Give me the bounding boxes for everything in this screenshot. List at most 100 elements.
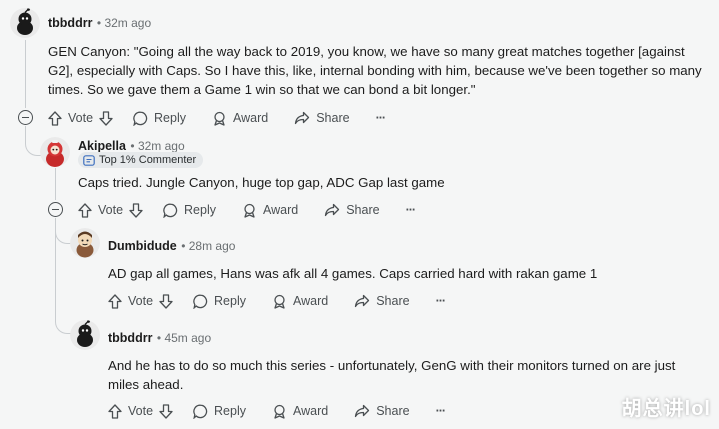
share-button[interactable]: Share <box>354 294 410 308</box>
share-icon <box>325 203 340 217</box>
collapse-thread-button[interactable] <box>18 110 33 125</box>
comment-actions: Vote Reply Award Share ··· <box>108 400 446 422</box>
share-label: Share <box>376 404 410 418</box>
comment-actions: Vote Reply Award Share ··· <box>78 199 416 221</box>
upvote-icon[interactable] <box>108 403 122 419</box>
avatar[interactable] <box>70 228 100 258</box>
speech-bubble-icon <box>163 203 178 218</box>
more-options-icon: ··· <box>405 203 416 217</box>
award-icon <box>274 294 285 309</box>
more-options-button[interactable]: ··· <box>436 404 446 418</box>
comment-line: G2], especially with Caps. So I have thi… <box>48 63 702 78</box>
comment-actions: Vote Reply Award Share ··· <box>108 290 446 312</box>
comment-line: times. So we gave them a Game 1 win so t… <box>48 82 476 97</box>
comment-body: AD gap all games, Hans was afk all 4 gam… <box>108 264 597 283</box>
thread-line-main <box>25 40 26 108</box>
thread-line-level2 <box>55 168 56 200</box>
more-options-icon: ··· <box>435 294 446 308</box>
award-button[interactable]: Award <box>212 111 268 126</box>
watermark: 胡总讲lol <box>621 398 711 420</box>
vote-label: Vote <box>68 111 94 125</box>
share-label: Share <box>346 203 380 217</box>
downvote-icon[interactable] <box>159 403 173 419</box>
comment-line: GEN Canyon: "Going all the way back to 2… <box>48 44 685 59</box>
author-name[interactable]: tbbddrr <box>108 331 152 345</box>
award-label: Award <box>293 294 329 308</box>
comment-line: Caps tried. Jungle Canyon, huge top gap,… <box>78 175 445 190</box>
downvote-icon[interactable] <box>159 293 173 309</box>
vote-label: Vote <box>128 404 154 418</box>
thread-line-main-lower <box>25 126 26 136</box>
share-label: Share <box>376 294 410 308</box>
award-button[interactable]: Award <box>272 404 328 419</box>
speech-bubble-icon <box>193 404 208 419</box>
vote-label: Vote <box>98 203 124 217</box>
vote-group: Vote <box>78 202 143 218</box>
award-icon <box>274 404 285 419</box>
award-button[interactable]: Award <box>272 294 328 309</box>
vote-group: Vote <box>108 403 173 419</box>
upvote-icon[interactable] <box>48 110 62 126</box>
separator-dot: • <box>130 139 138 153</box>
avatar[interactable] <box>70 320 100 350</box>
share-icon <box>355 404 370 418</box>
brown-snoo-avatar-icon <box>70 228 100 258</box>
reply-button[interactable]: Reply <box>163 203 216 218</box>
avatar[interactable] <box>40 137 70 167</box>
author-name[interactable]: tbbddrr <box>48 16 92 30</box>
reply-button[interactable]: Reply <box>133 111 186 126</box>
vote-group: Vote <box>108 293 173 309</box>
award-icon <box>244 203 255 218</box>
share-button[interactable]: Share <box>354 404 410 418</box>
award-label: Award <box>263 203 299 217</box>
comment-body: Caps tried. Jungle Canyon, huge top gap,… <box>78 173 445 192</box>
vote-label: Vote <box>128 294 154 308</box>
reply-label: Reply <box>214 404 246 418</box>
share-button[interactable]: Share <box>294 111 350 125</box>
award-label: Award <box>293 404 329 418</box>
share-icon <box>295 111 310 125</box>
reply-button[interactable]: Reply <box>193 404 246 419</box>
comment-header: tbbddrr • 45m ago <box>108 329 211 347</box>
more-options-button[interactable]: ··· <box>436 294 446 308</box>
award-label: Award <box>233 111 269 125</box>
more-options-button[interactable]: ··· <box>376 111 386 125</box>
award-button[interactable]: Award <box>242 203 298 218</box>
timestamp[interactable]: 32m ago <box>138 139 185 153</box>
comment-body: And he has to do so much this series - u… <box>108 356 675 394</box>
timestamp[interactable]: 32m ago <box>104 16 151 30</box>
badge-label: Top 1% Commenter <box>99 154 197 166</box>
more-options-icon: ··· <box>375 111 386 125</box>
comment-header: tbbddrr • 32m ago <box>48 14 151 32</box>
avatar[interactable] <box>10 8 40 38</box>
comment-line: AD gap all games, Hans was afk all 4 gam… <box>108 266 598 281</box>
author-name[interactable]: Dumbidude <box>108 239 177 253</box>
reply-button[interactable]: Reply <box>193 294 246 309</box>
user-badge[interactable]: Top 1% Commenter <box>78 152 204 168</box>
reply-label: Reply <box>154 111 186 125</box>
reply-label: Reply <box>214 294 246 308</box>
author-name[interactable]: Akipella <box>78 139 126 153</box>
red-hood-avatar-icon <box>40 137 70 167</box>
comment-header: Dumbidude • 28m ago <box>108 237 235 255</box>
more-options-button[interactable]: ··· <box>406 203 416 217</box>
vote-group: Vote <box>48 110 113 126</box>
upvote-icon[interactable] <box>108 293 122 309</box>
comment-actions: Vote Reply Award Share ··· <box>48 107 386 129</box>
comment-body: GEN Canyon: "Going all the way back to 2… <box>48 42 702 99</box>
comment-line: miles ahead. <box>108 377 184 392</box>
collapse-thread-button[interactable] <box>48 202 63 217</box>
share-button[interactable]: Share <box>324 203 380 217</box>
snoo-avatar-icon <box>10 8 40 38</box>
timestamp[interactable]: 28m ago <box>189 239 236 253</box>
downvote-icon[interactable] <box>99 110 113 126</box>
more-options-icon: ··· <box>435 404 446 418</box>
badge-icon <box>83 154 95 166</box>
speech-bubble-icon <box>133 111 148 126</box>
timestamp[interactable]: 45m ago <box>164 331 211 345</box>
share-label: Share <box>316 111 350 125</box>
upvote-icon[interactable] <box>78 202 92 218</box>
speech-bubble-icon <box>193 294 208 309</box>
downvote-icon[interactable] <box>129 202 143 218</box>
comment-line: And he has to do so much this series - u… <box>108 358 676 373</box>
